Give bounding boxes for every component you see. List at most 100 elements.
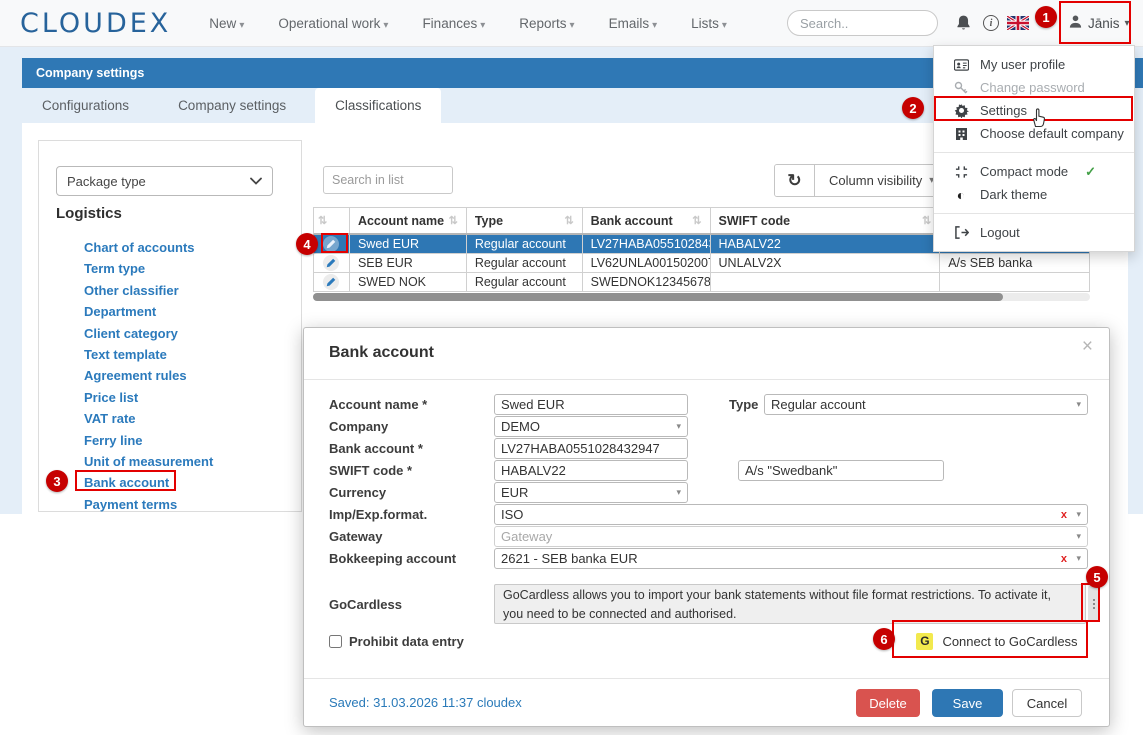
- header-type[interactable]: Type⇅: [467, 208, 583, 233]
- sidebar-item-payment-terms[interactable]: Payment terms: [84, 494, 213, 515]
- clear-selection-icon[interactable]: x: [1061, 509, 1067, 521]
- sidebar-item-unit-of-measurement[interactable]: Unit of measurement: [84, 451, 213, 472]
- step-badge-3: 3: [46, 470, 68, 492]
- chevron-down-icon: ▾: [676, 421, 681, 432]
- list-toolbar: ↻ Column visibility ▾: [774, 164, 949, 197]
- step-badge-4: 4: [296, 233, 318, 255]
- bell-icon[interactable]: [953, 13, 973, 33]
- account-name-field[interactable]: [494, 394, 688, 415]
- sidebar-item-vat-rate[interactable]: VAT rate: [84, 408, 213, 429]
- uk-flag-icon[interactable]: [1006, 13, 1030, 33]
- edit-row-button[interactable]: [323, 236, 339, 252]
- company-select[interactable]: DEMO▾: [494, 416, 688, 437]
- sidebar-item-client-category[interactable]: Client category: [84, 323, 213, 344]
- menu-item-dark-theme[interactable]: ◐ Dark theme: [934, 183, 1134, 206]
- gateway-select[interactable]: Gateway▾: [494, 526, 1088, 547]
- classifier-links: Chart of accounts Term type Other classi…: [84, 237, 213, 515]
- menu-item-change-password[interactable]: Change password: [934, 76, 1134, 99]
- currency-label: Currency: [329, 482, 489, 503]
- edit-row-button[interactable]: [323, 255, 339, 271]
- bokkeeping-account-select[interactable]: 2621 - SEB banka EURx▾: [494, 548, 1088, 569]
- sidebar-item-price-list[interactable]: Price list: [84, 387, 213, 408]
- header-bank-account[interactable]: Bank account⇅: [583, 208, 711, 233]
- tab-classifications[interactable]: Classifications: [315, 88, 441, 123]
- chevron-down-icon: ▾: [1076, 531, 1081, 542]
- menu-item-settings[interactable]: Settings: [934, 99, 1134, 122]
- tab-configurations[interactable]: Configurations: [22, 88, 149, 123]
- step-badge-1: 1: [1035, 6, 1057, 28]
- table-row[interactable]: SEB EUR Regular account LV62UNLA00150200…: [313, 254, 1090, 273]
- nav-menu-operational-work[interactable]: Operational work▾: [278, 16, 388, 31]
- sidebar-item-ferry-line[interactable]: Ferry line: [84, 430, 213, 451]
- horizontal-scrollbar[interactable]: [313, 293, 1090, 301]
- sort-icon: ⇅: [922, 214, 931, 227]
- sidebar-item-term-type[interactable]: Term type: [84, 258, 213, 279]
- user-icon: [1068, 14, 1083, 32]
- gateway-label: Gateway: [329, 526, 489, 547]
- key-icon: [953, 81, 969, 95]
- edit-row-button[interactable]: [323, 274, 339, 290]
- chevron-down-icon: ▾: [1076, 553, 1081, 564]
- sidebar-item-other-classifier[interactable]: Other classifier: [84, 280, 213, 301]
- cloudex-app: CLOUDEX New▾ Operational work▾ Finances▾…: [0, 0, 1143, 735]
- sidebar-item-bank-account[interactable]: Bank account: [84, 472, 213, 493]
- chevron-down-icon: ▾: [383, 20, 388, 31]
- delete-button[interactable]: Delete: [856, 689, 920, 717]
- sidebar-item-text-template[interactable]: Text template: [84, 344, 213, 365]
- sort-icon: ⇅: [692, 214, 701, 227]
- chevron-down-icon: ▾: [722, 20, 727, 31]
- list-search-input[interactable]: [323, 166, 453, 194]
- chevron-down-icon: ▾: [239, 20, 244, 31]
- pencil-icon: [326, 258, 336, 268]
- swift-code-field[interactable]: [494, 460, 688, 481]
- nav-menu-finances[interactable]: Finances▾: [422, 16, 485, 31]
- package-type-select[interactable]: Package type: [56, 166, 273, 196]
- company-label: Company: [329, 416, 489, 437]
- header-account-name[interactable]: Account name⇅: [350, 208, 467, 233]
- refresh-button[interactable]: ↻: [775, 165, 815, 196]
- currency-select[interactable]: EUR▾: [494, 482, 688, 503]
- sort-icon: ⇅: [564, 214, 573, 227]
- user-dropdown-menu: My user profile Change password Settings…: [933, 45, 1135, 252]
- gocardless-scrollbar[interactable]: [1088, 586, 1099, 622]
- type-select[interactable]: Regular account▾: [764, 394, 1088, 415]
- nav-menu-emails[interactable]: Emails▾: [609, 16, 658, 31]
- scrollbar-thumb[interactable]: [313, 293, 1003, 301]
- user-menu-button[interactable]: Jānis ▾: [1062, 4, 1136, 42]
- chevron-down-icon: ▾: [570, 20, 575, 31]
- table-row[interactable]: SWED NOK Regular account SWEDNOK12345678…: [313, 273, 1090, 292]
- info-icon[interactable]: i: [981, 13, 1001, 33]
- menu-item-choose-default-company[interactable]: Choose default company: [934, 122, 1134, 145]
- search-input[interactable]: [787, 10, 938, 36]
- save-button[interactable]: Save: [932, 689, 1003, 717]
- close-icon[interactable]: ×: [1082, 336, 1093, 358]
- tab-company-settings[interactable]: Company settings: [158, 88, 306, 123]
- nav-menu-reports[interactable]: Reports▾: [519, 16, 574, 31]
- cloudex-logo: CLOUDEX: [20, 8, 171, 39]
- header-swift-code[interactable]: SWIFT code⇅: [711, 208, 941, 233]
- saved-status-text: Saved: 31.03.2026 11:37 cloudex: [329, 695, 522, 710]
- type-label: Type: [729, 394, 769, 415]
- impexp-format-select[interactable]: ISOx▾: [494, 504, 1088, 525]
- pencil-icon: [326, 239, 336, 249]
- sidebar-item-department[interactable]: Department: [84, 301, 213, 322]
- compact-mode-icon: [953, 165, 969, 179]
- bank-account-field[interactable]: [494, 438, 688, 459]
- nav-menu-lists[interactable]: Lists▾: [691, 16, 727, 31]
- sidebar-item-chart-of-accounts[interactable]: Chart of accounts: [84, 237, 213, 258]
- cancel-button[interactable]: Cancel: [1012, 689, 1082, 717]
- header-edit-column[interactable]: ⇅: [314, 208, 350, 233]
- bank-name-field[interactable]: [738, 460, 944, 481]
- nav-menu-new[interactable]: New▾: [209, 16, 244, 31]
- chevron-down-icon: [250, 177, 262, 185]
- menu-item-my-user-profile[interactable]: My user profile: [934, 53, 1134, 76]
- sidebar-item-agreement-rules[interactable]: Agreement rules: [84, 365, 213, 386]
- menu-item-logout[interactable]: Logout: [934, 221, 1134, 244]
- prohibit-data-entry-checkbox[interactable]: Prohibit data entry: [329, 634, 464, 649]
- page-title: Company settings: [36, 66, 144, 80]
- column-visibility-button[interactable]: Column visibility ▾: [815, 165, 948, 196]
- clear-selection-icon[interactable]: x: [1061, 553, 1067, 565]
- checkbox[interactable]: [329, 635, 342, 648]
- menu-item-compact-mode[interactable]: Compact mode ✓: [934, 160, 1134, 183]
- connect-gocardless-button[interactable]: G Connect to GoCardless: [905, 624, 1089, 658]
